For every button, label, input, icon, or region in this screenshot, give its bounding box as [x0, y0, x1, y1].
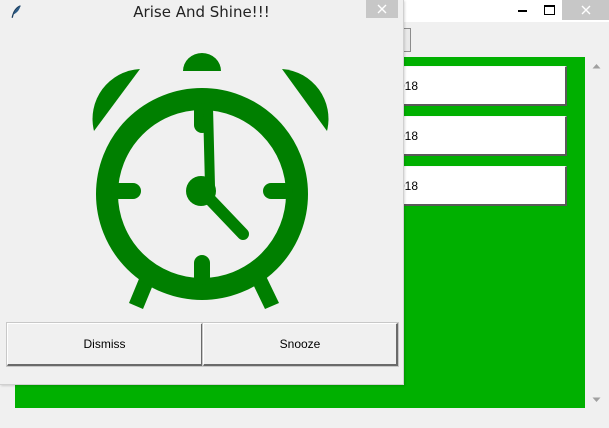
close-icon [377, 4, 387, 14]
popup-close-button[interactable] [366, 0, 398, 18]
alarm-popup-window: Arise And Shine!!! Dismiss Snooze [0, 0, 404, 385]
maximize-button[interactable] [536, 0, 562, 20]
maximize-icon [543, 5, 555, 15]
vertical-scrollbar[interactable] [588, 57, 605, 408]
scroll-down-arrow-icon [592, 397, 601, 402]
main-close-button[interactable] [562, 0, 609, 20]
clock-image-area [7, 27, 397, 317]
alarm-entry[interactable]: 018 [395, 166, 567, 206]
scroll-up-button[interactable] [588, 57, 605, 74]
close-icon [581, 5, 590, 15]
snooze-button[interactable]: Snooze [202, 322, 399, 367]
popup-title: Arise And Shine!!! [133, 3, 270, 21]
minimize-button[interactable] [508, 0, 536, 20]
scroll-down-button[interactable] [588, 391, 605, 408]
alarm-entry[interactable]: 018 [395, 66, 567, 106]
minimize-icon [517, 10, 527, 12]
alarm-clock-icon [92, 53, 329, 309]
scroll-up-arrow-icon [592, 63, 601, 68]
dismiss-button[interactable]: Dismiss [6, 322, 204, 367]
alarm-entry[interactable]: 018 [395, 116, 567, 156]
